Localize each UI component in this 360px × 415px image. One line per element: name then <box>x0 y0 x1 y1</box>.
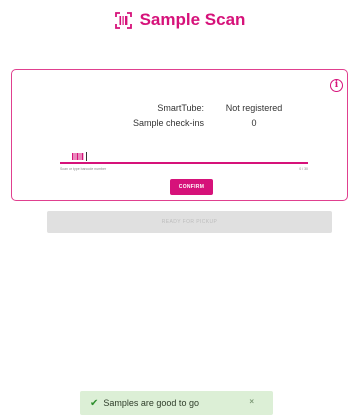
scan-card: i SmartTube: Not registered Sample check… <box>11 69 348 201</box>
checkins-label: Sample check-ins <box>132 118 204 128</box>
smarttube-row: SmartTube: Not registered <box>12 103 349 115</box>
barcode-icon <box>72 153 84 160</box>
barcode-scan-icon <box>114 11 132 29</box>
checkmark-icon: ✔ <box>90 397 99 409</box>
checkins-row: Sample check-ins 0 <box>12 118 349 130</box>
barcode-input[interactable]: Scan or type barcode number 0 / 30 <box>60 151 308 173</box>
checkins-value: 0 <box>251 118 257 128</box>
ready-for-pickup-button[interactable]: READY FOR PICKUP <box>47 211 332 233</box>
page-header: Sample Scan <box>0 8 360 32</box>
text-caret <box>86 152 87 161</box>
toast-message: Samples are good to go <box>103 398 199 408</box>
info-icon[interactable]: i <box>330 79 343 92</box>
close-icon[interactable]: × <box>249 397 254 406</box>
smarttube-label: SmartTube: <box>157 103 204 113</box>
success-toast: ✔ Samples are good to go × <box>80 391 273 415</box>
page-title: Sample Scan <box>139 10 246 29</box>
confirm-button[interactable]: CONFIRM <box>170 179 213 195</box>
input-underline <box>60 162 308 164</box>
input-helper-text: Scan or type barcode number <box>60 167 107 171</box>
input-char-counter: 0 / 30 <box>299 167 308 171</box>
smarttube-value: Not registered <box>225 103 283 113</box>
